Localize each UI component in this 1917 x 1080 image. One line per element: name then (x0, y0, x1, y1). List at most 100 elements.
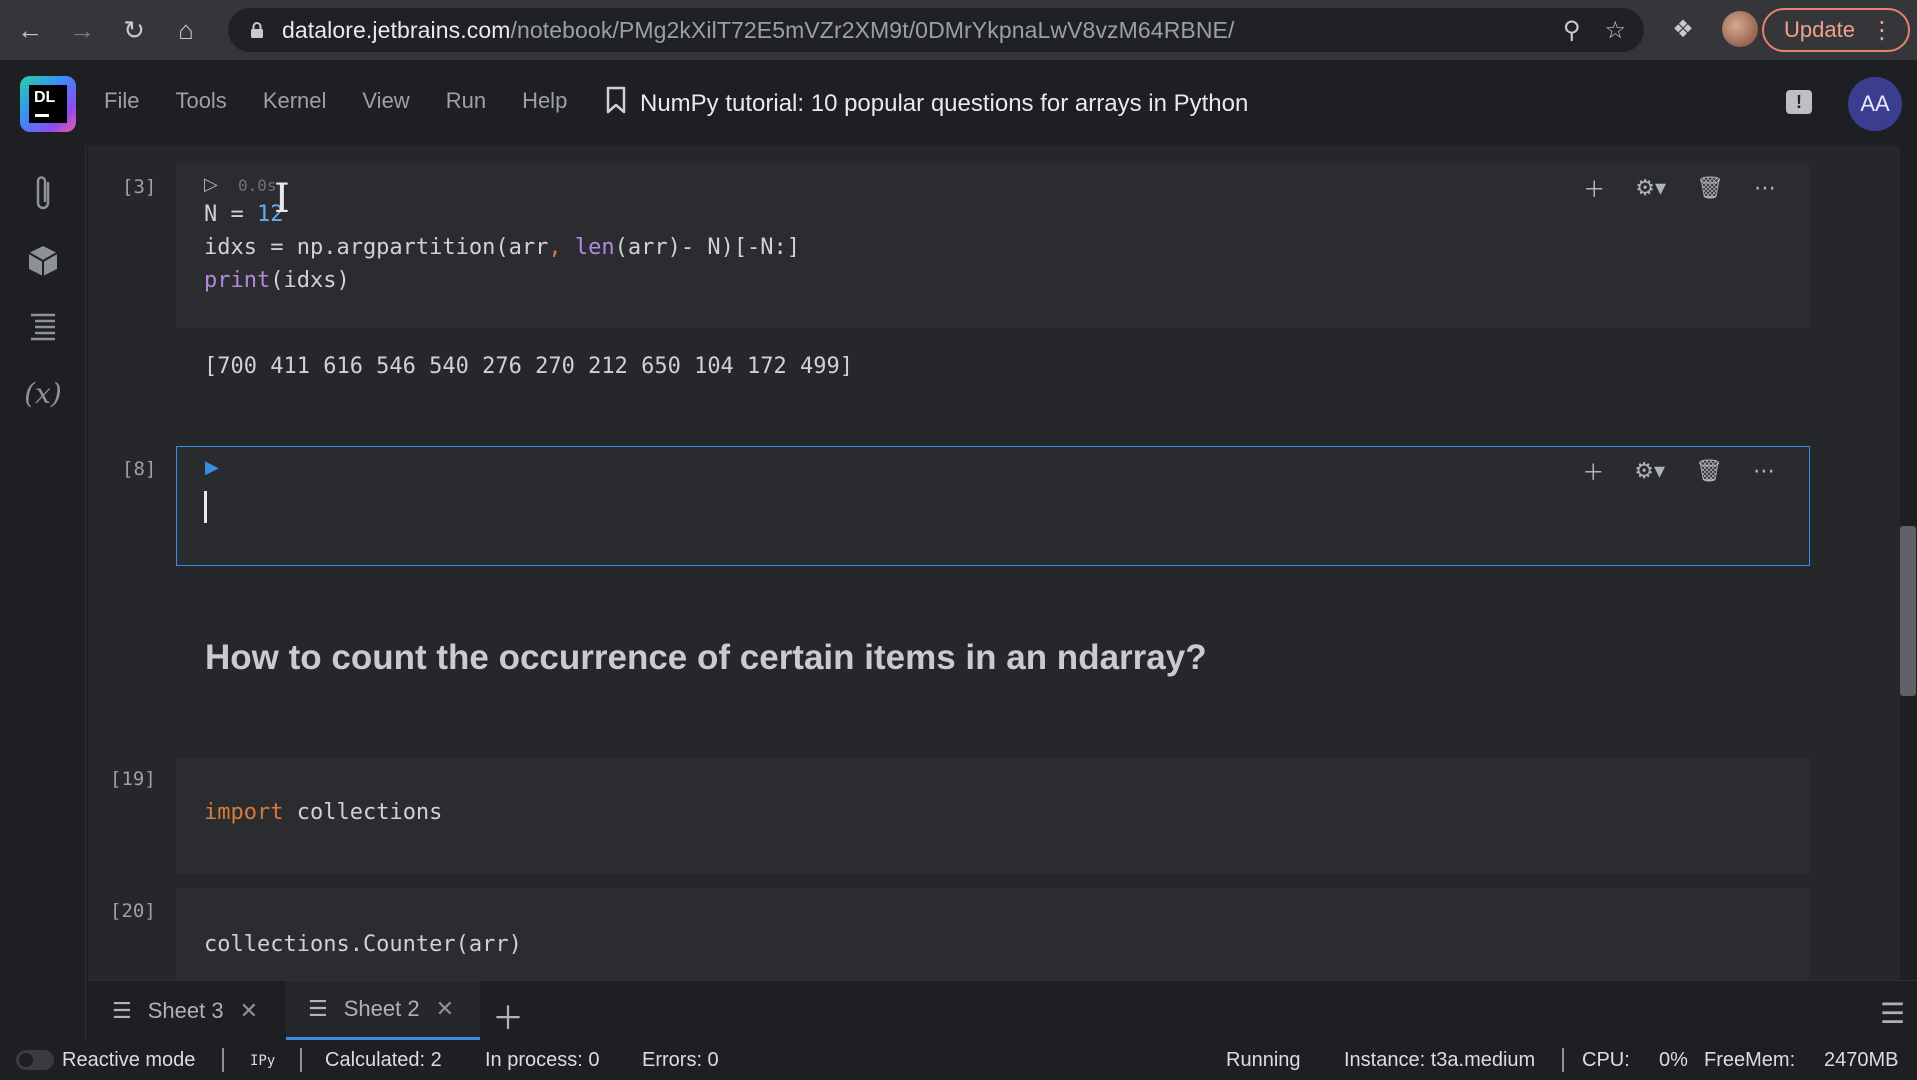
cell-8-toolbar: ＋ ⚙▾ 🗑 ⋯ (1582, 455, 1775, 487)
in-process-count: In process: 0 (485, 1049, 600, 1071)
environment-cube-icon[interactable] (22, 240, 64, 282)
home-icon[interactable]: ⌂ (164, 8, 208, 52)
divider (222, 1048, 224, 1072)
sheet-tab-label: Sheet 3 (147, 998, 224, 1023)
update-button[interactable]: Update ⋮ (1762, 8, 1910, 52)
cell-3-output-text: [700 411 616 546 540 276 270 212 650 104… (204, 354, 854, 379)
cell-20-source[interactable]: collections.Counter(arr) (204, 932, 522, 957)
divider (1562, 1048, 1564, 1072)
freemem-value: 2470MB (1824, 1049, 1899, 1071)
variables-label: (x) (24, 376, 62, 410)
close-icon[interactable]: ✕ (436, 996, 454, 1022)
code-token: N = (204, 202, 257, 227)
cell-8-exec-count: [8] (122, 458, 157, 480)
cell-3-output: [700 411 616 546 540 276 270 212 650 104… (176, 328, 1810, 410)
lock-icon (250, 22, 264, 38)
update-label: Update (1784, 17, 1855, 42)
back-arrow-icon[interactable]: ← (8, 8, 52, 52)
address-bar[interactable]: datalore.jetbrains.com/notebook/PMg2kXil… (228, 8, 1644, 52)
more-options-icon[interactable]: ⋯ (1753, 458, 1775, 484)
star-bookmark-icon[interactable]: ☆ (1604, 16, 1626, 45)
text-cursor-ibeam-icon: I (274, 176, 290, 222)
cell-20-exec-count: [20] (110, 900, 156, 922)
cell-3-toolbar: ＋ ⚙▾ 🗑 ⋯ (1583, 172, 1776, 204)
url-host: datalore.jetbrains.com (282, 16, 511, 43)
code-punct-token: , (548, 235, 562, 260)
notebook-title[interactable]: NumPy tutorial: 10 popular questions for… (606, 86, 1248, 121)
kernel-label[interactable]: IPy (250, 1053, 275, 1069)
code-cell-8[interactable]: ▶ ＋ ⚙▾ 🗑 ⋯ (176, 446, 1810, 566)
cell-3-source[interactable]: N = 12 idxs = np.argpartition(arr, len(a… (204, 198, 800, 297)
code-builtin-token: len (561, 235, 615, 260)
notebook-scrollbar[interactable] (1900, 526, 1916, 696)
close-icon[interactable]: ✕ (240, 998, 258, 1024)
text-caret (204, 491, 207, 523)
attachments-paperclip-icon[interactable] (22, 172, 64, 214)
code-builtin-token: print (204, 268, 271, 293)
sheets-list-menu-icon[interactable]: ☰ (1880, 997, 1905, 1030)
cell-19-source[interactable]: import collections (204, 800, 442, 825)
add-cell-plus-icon[interactable]: ＋ (1582, 455, 1604, 487)
cell-3-line-3: print(idxs) (204, 268, 350, 293)
code-cell-19[interactable]: import collections (176, 758, 1810, 874)
avatar-initials: AA (1860, 91, 1890, 116)
cell-type-switch-icon[interactable]: ⚙▾ (1634, 458, 1665, 484)
feedback-icon[interactable]: ! (1786, 90, 1812, 114)
forward-arrow-icon[interactable]: → (60, 8, 104, 52)
cell-3-line-2: idxs = np.argpartition(arr, len(arr)- N)… (204, 235, 800, 260)
more-options-icon[interactable]: ⋯ (1754, 175, 1776, 201)
url-text: datalore.jetbrains.com/notebook/PMg2kXil… (282, 17, 1235, 44)
cell-3-timing: 0.0s (238, 176, 277, 195)
run-cell-play-icon[interactable]: ▷ (204, 174, 218, 195)
errors-count: Errors: 0 (642, 1049, 719, 1071)
outline-list-icon[interactable] (22, 306, 64, 348)
add-sheet-plus-icon[interactable]: ＋ (492, 993, 524, 1039)
zoom-icon[interactable]: ⚲ (1563, 16, 1581, 45)
delete-trash-icon[interactable]: 🗑 (1696, 175, 1724, 201)
app-header: DL File Tools Kernel View Run Help NumPy… (0, 60, 1917, 146)
sheet-tabs-bar: ☰ Sheet 3 ✕ ☰ Sheet 2 ✕ ＋ ☰ (88, 980, 1917, 1041)
menu-run[interactable]: Run (446, 88, 486, 114)
browser-toolbar: ← → ↻ ⌂ datalore.jetbrains.com/notebook/… (0, 0, 1917, 60)
menu-view[interactable]: View (362, 88, 409, 114)
reactive-mode-toggle[interactable] (16, 1050, 54, 1070)
bookmark-icon[interactable] (606, 86, 626, 121)
extensions-puzzle-icon[interactable]: ❖ (1664, 10, 1702, 48)
sheet-tab-label: Sheet 2 (343, 996, 420, 1021)
kebab-menu-icon: ⋮ (1870, 17, 1894, 44)
logo-text: DL (34, 89, 56, 106)
code-keyword-token: import (204, 800, 284, 825)
browser-profile-avatar[interactable] (1722, 11, 1758, 47)
datalore-logo[interactable]: DL (20, 76, 76, 132)
code-cell-3[interactable]: ▷ 0.0s ＋ ⚙▾ 🗑 ⋯ N = 12 idxs = np.argpart… (176, 164, 1810, 328)
kernel-status: Running (1226, 1049, 1301, 1071)
feedback-glyph: ! (1796, 92, 1802, 112)
code-token: (idxs) (270, 268, 350, 293)
cell-3-exec-count: [3] (122, 176, 157, 198)
code-token: idxs = np.argpartition(arr (204, 235, 549, 260)
run-cell-play-icon[interactable]: ▶ (205, 457, 219, 478)
calculated-count: Calculated: 2 (325, 1049, 442, 1071)
menu-kernel[interactable]: Kernel (263, 88, 327, 114)
status-bar: Reactive mode IPy Calculated: 2 In proce… (0, 1040, 1917, 1080)
cpu-value: 0% (1659, 1049, 1688, 1071)
url-path: /notebook/PMg2kXilT72E5mVZr2XM9t/0DMrYkp… (510, 16, 1235, 43)
menu-file[interactable]: File (104, 88, 139, 114)
variables-icon[interactable]: (x) (22, 372, 64, 414)
menu-tools[interactable]: Tools (175, 88, 226, 114)
sheet-tab-sheet-2[interactable]: ☰ Sheet 2 ✕ (286, 981, 480, 1041)
menu-help[interactable]: Help (522, 88, 567, 114)
cell-type-switch-icon[interactable]: ⚙▾ (1635, 175, 1666, 201)
add-cell-plus-icon[interactable]: ＋ (1583, 172, 1605, 204)
sheet-tab-sheet-3[interactable]: ☰ Sheet 3 ✕ (88, 981, 282, 1041)
freemem-label: FreeMem: (1704, 1049, 1796, 1071)
markdown-heading[interactable]: How to count the occurrence of certain i… (205, 638, 1207, 678)
code-cell-20[interactable]: collections.Counter(arr) (176, 888, 1810, 980)
user-avatar[interactable]: AA (1848, 77, 1902, 131)
instance-type[interactable]: Instance: t3a.medium (1344, 1049, 1535, 1072)
notebook-canvas: [3] ▷ 0.0s ＋ ⚙▾ 🗑 ⋯ N = 12 idxs = np.arg… (88, 146, 1900, 980)
delete-trash-icon[interactable]: 🗑 (1695, 458, 1723, 484)
sheet-lines-icon: ☰ (112, 998, 132, 1023)
reload-icon[interactable]: ↻ (112, 8, 156, 52)
cell-3-line-1: N = 12 (204, 202, 283, 227)
